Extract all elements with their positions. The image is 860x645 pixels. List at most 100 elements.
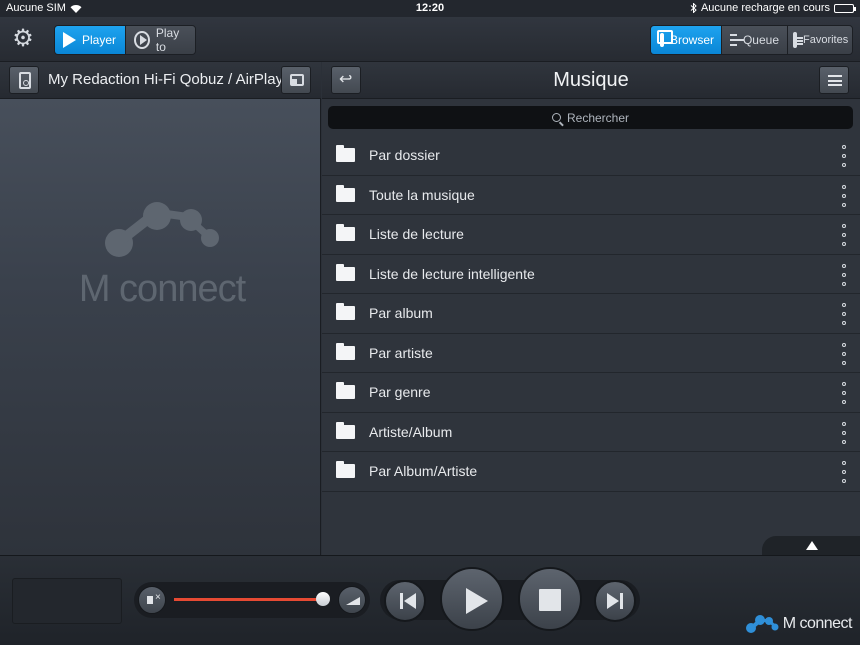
now-playing-panel: My Redaction Hi-Fi Qobuz / AirPlay M con… — [0, 62, 321, 555]
app-root: Aucune SIM 12:20 Aucune recharge en cour… — [0, 0, 860, 645]
favorites-icon — [793, 32, 803, 48]
search-input[interactable]: Rechercher — [328, 106, 853, 129]
volume-knob[interactable] — [316, 592, 331, 606]
mconnect-molecule-icon — [745, 615, 779, 633]
stop-button[interactable] — [518, 567, 582, 631]
tab-favorites[interactable]: Favorites — [787, 26, 852, 54]
list-item-label: Par genre — [369, 384, 431, 400]
status-bar: Aucune SIM 12:20 Aucune recharge en cour… — [0, 0, 860, 17]
search-placeholder: Rechercher — [566, 110, 630, 125]
folder-icon — [336, 303, 355, 320]
stop-icon — [539, 589, 561, 611]
speaker-icon — [19, 72, 31, 89]
browse-title: Musique — [553, 69, 629, 91]
brand-wordmark: M connect — [782, 615, 853, 632]
list-item-label: Par album — [369, 305, 433, 321]
list-item-label: Liste de lecture — [369, 226, 464, 242]
more-options-icon[interactable] — [840, 303, 848, 325]
folder-icon — [336, 263, 355, 281]
play-icon — [466, 588, 488, 614]
zone-bar: My Redaction Hi-Fi Qobuz / AirPlay — [0, 62, 321, 99]
tab-play-to-label: Play to — [155, 26, 180, 54]
volume-control — [134, 582, 370, 618]
play-to-icon — [134, 31, 150, 49]
tab-play-to[interactable]: Play to — [125, 26, 195, 54]
tab-queue[interactable]: Queue — [721, 26, 787, 54]
album-art — [12, 578, 122, 624]
queue-icon — [730, 34, 744, 46]
tab-player[interactable]: Player — [55, 26, 125, 54]
list-item-label: Par artiste — [369, 344, 433, 361]
play-button[interactable] — [440, 567, 504, 631]
more-options-icon[interactable] — [840, 224, 848, 246]
list-item[interactable]: Par artiste — [322, 334, 860, 373]
list-item-label: Par Album/Artiste — [369, 463, 478, 479]
top-toolbar: ⚙ Player Play to Browser Queue Favorites — [0, 17, 860, 62]
more-options-icon[interactable] — [840, 263, 848, 286]
list-item-label: Par dossier — [369, 147, 440, 163]
charging-label: Aucune recharge en cours — [700, 2, 830, 14]
folder-icon — [336, 224, 355, 241]
folder-icon — [336, 382, 355, 399]
list-options-button[interactable] — [819, 66, 849, 94]
volume-up-button[interactable] — [338, 586, 366, 614]
mconnect-logo: M connect — [79, 202, 248, 310]
search-icon — [551, 113, 561, 122]
volume-slider[interactable] — [174, 592, 331, 606]
previous-track-icon — [400, 593, 416, 609]
browser-icon — [657, 30, 673, 47]
list-item[interactable]: Par genre — [322, 373, 860, 413]
zone-title: My Redaction Hi-Fi Qobuz / AirPlay — [48, 71, 284, 88]
transport-controls — [380, 564, 640, 636]
bluetooth-icon — [690, 3, 697, 13]
browse-list: Par dossier Toute la musique Liste de le… — [322, 136, 860, 492]
battery-icon — [834, 3, 856, 13]
more-options-icon[interactable] — [840, 461, 848, 483]
browse-header: ↩ Musique — [322, 62, 860, 99]
brand-logo-small: M connect — [745, 614, 853, 634]
tab-browser-label: Browser — [670, 33, 715, 47]
tab-player-label: Player — [82, 33, 117, 47]
play-icon — [63, 32, 76, 48]
mini-player-button[interactable] — [281, 66, 311, 94]
list-item-label: Artiste/Album — [369, 423, 453, 440]
more-options-icon[interactable] — [840, 184, 848, 207]
mute-button[interactable] — [138, 586, 166, 614]
next-button[interactable] — [594, 580, 636, 622]
previous-button[interactable] — [384, 580, 426, 622]
list-item[interactable]: Artiste/Album — [322, 413, 860, 452]
volume-up-icon — [346, 597, 360, 605]
folder-icon — [336, 421, 355, 439]
expand-player-tab[interactable] — [762, 536, 860, 555]
more-options-icon[interactable] — [840, 382, 848, 404]
more-options-icon[interactable] — [840, 342, 848, 365]
player-controls: M connect — [0, 555, 860, 645]
browser-panel: ↩ Musique Rechercher Par dossier Toute l… — [322, 62, 860, 555]
tab-favorites-label: Favorites — [803, 34, 849, 46]
list-item[interactable]: Par album — [322, 294, 860, 334]
list-item[interactable]: Par Album/Artiste — [322, 452, 860, 492]
list-item-label: Liste de lecture intelligente — [369, 265, 535, 282]
tab-browser[interactable]: Browser — [651, 26, 721, 54]
logo-wordmark: M connect — [79, 268, 247, 310]
mode-segment: Player Play to — [54, 25, 196, 55]
settings-gear-icon[interactable]: ⚙ — [10, 26, 36, 52]
folder-icon — [336, 342, 355, 360]
volume-fill — [174, 598, 324, 601]
folder-icon — [336, 145, 355, 162]
next-track-icon — [607, 593, 623, 609]
folder-icon — [336, 184, 355, 202]
triangle-up-icon — [806, 541, 818, 550]
more-options-icon[interactable] — [840, 145, 848, 167]
tab-queue-label: Queue — [742, 33, 779, 47]
folder-icon — [336, 461, 355, 478]
list-item[interactable]: Toute la musique — [322, 176, 860, 215]
list-item-label: Toute la musique — [369, 186, 475, 203]
list-item[interactable]: Liste de lecture intelligente — [322, 255, 860, 294]
zone-select-button[interactable] — [9, 66, 39, 94]
view-segment: Browser Queue Favorites — [650, 25, 853, 55]
mute-icon — [147, 592, 161, 604]
list-item[interactable]: Par dossier — [322, 136, 860, 176]
more-options-icon[interactable] — [840, 421, 848, 444]
list-item[interactable]: Liste de lecture — [322, 215, 860, 255]
